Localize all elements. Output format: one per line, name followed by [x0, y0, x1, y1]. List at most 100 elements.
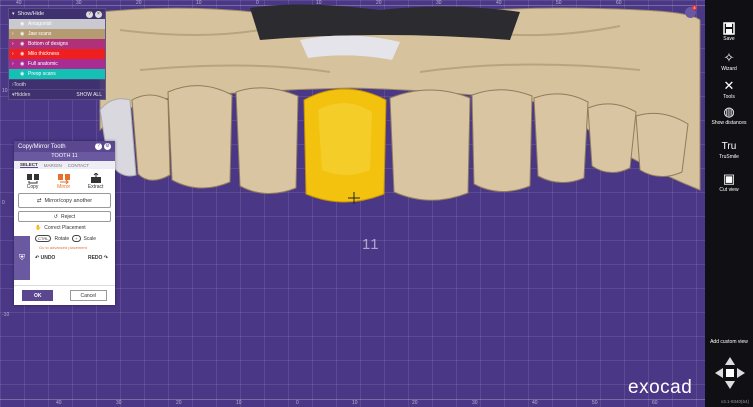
visibility-header[interactable]: ▾ Show/Hide ? ×	[9, 9, 105, 19]
cut-view-icon: ▣	[722, 171, 736, 186]
eye-icon[interactable]: ◉	[20, 31, 28, 37]
tools-icon: ✕	[723, 78, 735, 93]
layer-label: Jaw scans	[28, 31, 52, 37]
toolbar-label: Wizard	[721, 66, 737, 72]
correct-placement-label: Correct Placement	[44, 225, 86, 231]
tab-margin[interactable]: MARGIN	[44, 163, 62, 168]
view-navigation-cube-icon[interactable]	[713, 355, 747, 391]
button-label: Mirror/copy another	[44, 197, 93, 204]
mode-label: Copy	[26, 184, 39, 190]
layer-jaw-scans[interactable]: › ◉ Jaw scans	[9, 29, 105, 39]
show-all-button[interactable]: SHOW ALL	[76, 92, 102, 98]
layer-label: Bottom of designs	[28, 41, 69, 47]
notification-badge: 4	[692, 5, 697, 10]
trusmile-icon: Tru	[721, 140, 737, 152]
copy-mode-button[interactable]: Copy	[26, 173, 40, 190]
eye-icon[interactable]: ◉	[20, 21, 28, 27]
tooth-subtitle: TOOTH 11	[14, 152, 115, 161]
eye-icon[interactable]: ◉	[20, 61, 28, 67]
ctrl-key-hint: CTRL	[35, 235, 52, 242]
mirror-mode-button[interactable]: Mirror	[57, 173, 71, 190]
hand-icon: ✋	[35, 225, 42, 231]
copy-icon	[26, 174, 39, 184]
redo-button[interactable]: REDO ↷	[88, 255, 108, 261]
chevron-down-icon: ▾	[12, 11, 15, 17]
wizard-button[interactable]: ✧ Wizard	[705, 50, 753, 72]
reject-button[interactable]: ↺ Reject	[18, 211, 111, 222]
right-toolbar: Save ✧ Wizard ✕ Tools ◍ Show distances T…	[705, 0, 753, 407]
help-icon[interactable]: ?	[86, 10, 93, 18]
eye-icon[interactable]: ◉	[20, 71, 28, 77]
toolbar-label: Save	[723, 36, 735, 42]
correct-placement-row: ✋ Correct Placement	[35, 225, 112, 231]
extract-icon	[90, 173, 101, 183]
layer-label: Full anatomic	[28, 61, 58, 67]
redo-label: REDO	[87, 255, 103, 261]
toolbar-label: TruSmile	[719, 154, 739, 160]
tooth-group-label: Tooth	[13, 81, 26, 88]
wizard-icon: ✧	[723, 50, 735, 65]
tooth-24	[587, 103, 637, 173]
toolbar-label: Cut view	[719, 187, 739, 193]
tooth-11-highlight	[318, 102, 372, 175]
tooth-12	[235, 87, 299, 194]
tooth-13	[131, 94, 171, 181]
visibility-panel: ▾ Show/Hide ? × ◉ Antagonist › ◉ Jaw sca…	[8, 8, 106, 100]
layer-label: Milo thickness	[28, 51, 60, 57]
chevron-right-icon: ›	[12, 41, 14, 47]
save-button[interactable]: Save	[705, 20, 753, 42]
settings-icon[interactable]: ⚙	[104, 143, 111, 150]
layer-antagonist[interactable]: ◉ Antagonist	[9, 19, 105, 29]
scroll-key-icon: +	[72, 235, 81, 242]
mirror-another-icon: ⇄	[36, 197, 42, 204]
panel-footer: OK Cancel	[14, 285, 115, 305]
undo-arrow-icon: ↺	[53, 213, 58, 220]
save-icon	[720, 20, 738, 36]
layer-label: Preop scans	[28, 71, 56, 77]
exocad-logo: exocad	[628, 377, 693, 398]
chevron-right-icon: ›	[12, 31, 14, 37]
extract-mode-button[interactable]: Extract	[88, 173, 103, 190]
chevron-right-icon: ›	[12, 51, 14, 57]
advanced-placement-link[interactable]: Go to advanced placement	[39, 245, 112, 250]
palate-shadow	[250, 4, 520, 41]
help-icon[interactable]: ?	[95, 143, 102, 150]
ok-button[interactable]: OK	[22, 290, 54, 301]
tooth-thumbnail-icon: ⛨	[14, 236, 30, 280]
mirror-icon	[57, 174, 70, 184]
layer-label: Antagonist	[28, 21, 52, 27]
layer-bottom-of-designs[interactable]: › ◉ Bottom of designs	[9, 39, 105, 49]
layer-preop-scans[interactable]: ◉ Preop scans	[9, 69, 105, 79]
button-label: Reject	[61, 213, 76, 220]
add-custom-view-button[interactable]: Add custom view	[705, 339, 753, 345]
tab-select[interactable]: SELECT	[20, 162, 38, 168]
trusmile-button[interactable]: Tru TruSmile	[705, 138, 753, 161]
undo-label: UNDO	[40, 255, 56, 261]
cut-view-button[interactable]: ▣ Cut view	[705, 171, 753, 193]
cancel-button[interactable]: Cancel	[69, 290, 107, 301]
layer-full-anatomic[interactable]: › ◉ Full anatomic	[9, 59, 105, 69]
show-distances-button[interactable]: ◍ Show distances	[705, 104, 753, 126]
chevron-right-icon: ›	[12, 61, 14, 67]
hidden-group[interactable]: ▾ Hidden SHOW ALL	[9, 89, 105, 99]
tools-button[interactable]: ✕ Tools	[705, 78, 753, 100]
close-icon[interactable]: ×	[95, 10, 102, 18]
undo-button[interactable]: ↶ UNDO	[35, 255, 55, 261]
tooth-group[interactable]: › Tooth	[9, 79, 105, 89]
layer-milo-thickness[interactable]: › ◉ Milo thickness	[9, 49, 105, 59]
panel-title: Copy/Mirror Tooth	[18, 143, 66, 150]
mirror-copy-another-button[interactable]: ⇄ Mirror/copy another	[18, 193, 111, 208]
eye-icon[interactable]: ◉	[20, 41, 28, 47]
eye-icon[interactable]: ◉	[20, 51, 28, 57]
tooth-14	[167, 85, 233, 189]
redo-icon: ↷	[102, 255, 108, 261]
panel-title-bar: Copy/Mirror Tooth ? ⚙	[14, 141, 115, 152]
tooth-21	[389, 89, 471, 201]
version-label: v3.1-9340(64)	[720, 399, 749, 404]
visibility-title: Show/Hide	[17, 11, 45, 17]
toolbar-label: Tools	[723, 94, 735, 100]
tab-contact[interactable]: CONTACT	[68, 163, 89, 168]
rotate-label: Rotate	[54, 235, 70, 242]
mode-label: Mirror	[57, 184, 71, 190]
tooth-number-label: 11	[362, 236, 380, 253]
